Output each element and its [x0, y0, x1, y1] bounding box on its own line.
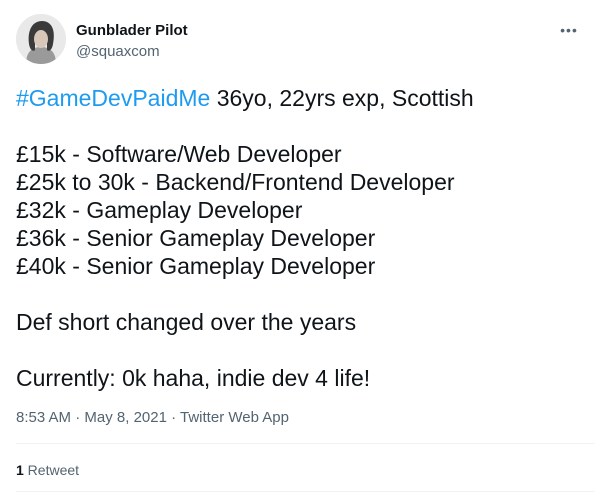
tweet-intro-line: #GameDevPaidMe 36yo, 22yrs exp, Scottish — [16, 84, 581, 112]
divider — [16, 443, 595, 444]
tweet-comment: Def short changed over the years — [16, 309, 357, 335]
tweet-date[interactable]: May 8, 2021 — [84, 409, 167, 426]
tweet-time[interactable]: 8:53 AM — [16, 409, 71, 426]
retweet-count: 1 — [16, 462, 24, 478]
tweet-intro: 36yo, 22yrs exp, Scottish — [210, 85, 474, 111]
retweet-stat[interactable]: 1 Retweet — [16, 462, 79, 478]
author-name[interactable]: Gunblader Pilot — [76, 22, 188, 39]
tweet-text: #GameDevPaidMe 36yo, 22yrs exp, Scottish… — [16, 84, 581, 392]
tweet-card: Gunblader Pilot @squaxcom ••• #GameDevPa… — [0, 0, 595, 493]
salary-line: £40k - Senior Gameplay Developer — [16, 253, 376, 279]
tweet-source[interactable]: Twitter Web App — [180, 409, 289, 426]
meta-separator: · — [166, 409, 181, 426]
tweet-meta: 8:53 AM · May 8, 2021 · Twitter Web App — [16, 409, 289, 426]
meta-separator: · — [71, 409, 85, 426]
author-avatar[interactable] — [16, 14, 66, 64]
author-handle[interactable]: @squaxcom — [76, 43, 160, 60]
retweet-label: Retweet — [23, 462, 80, 478]
salary-line: £32k - Gameplay Developer — [16, 197, 303, 223]
more-options-icon[interactable]: ••• — [557, 20, 581, 40]
divider — [16, 491, 595, 492]
tweet-currently: Currently: 0k haha, indie dev 4 life! — [16, 365, 371, 391]
hashtag-link[interactable]: #GameDevPaidMe — [16, 85, 210, 111]
salary-line: £15k - Software/Web Developer — [16, 141, 342, 167]
salary-line: £36k - Senior Gameplay Developer — [16, 225, 376, 251]
salary-line: £25k to 30k - Backend/Frontend Developer — [16, 169, 455, 195]
person-avatar-icon — [16, 14, 66, 64]
